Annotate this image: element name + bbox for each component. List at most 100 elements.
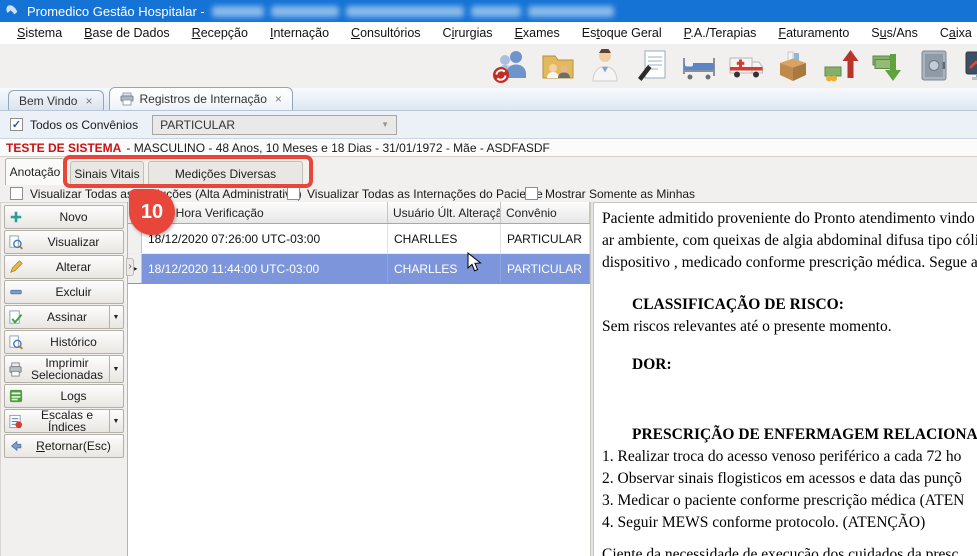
tab-anotacao[interactable]: Anotação (5, 158, 65, 185)
supplies-box-icon[interactable] (774, 47, 812, 85)
scales-list-icon (6, 414, 25, 429)
revenue-up-icon[interactable] (821, 47, 859, 85)
tab-label: Sinais Vitais (74, 167, 139, 181)
checkbox-visualizar-internacoes[interactable]: Visualizar Todas as Internações do Pacie… (287, 185, 543, 202)
printer-icon (120, 92, 134, 106)
redacted-title-segment (346, 6, 464, 17)
record-tab-strip: Anotação Sinais Vitais Medições Diversas (0, 157, 977, 185)
column-header-data-hora[interactable]: Data Hora Verificação (142, 202, 388, 223)
tab-label: Bem Vindo (19, 94, 77, 108)
close-icon[interactable]: × (85, 94, 92, 108)
menu-bar: Sistema Base de Dados Recepção Internaçã… (0, 22, 977, 44)
patient-records-icon[interactable] (539, 47, 577, 85)
document-tab-strip: Bem Vindo × Registros de Internação × (0, 88, 977, 111)
menu-item-pa-terapias[interactable]: P.A./Terapias (673, 26, 768, 40)
tab-sinais-vitais[interactable]: Sinais Vitais (70, 161, 144, 185)
users-sync-icon[interactable] (492, 47, 530, 85)
doctor-icon[interactable] (586, 47, 624, 85)
escalas-indices-button[interactable]: Escalas e Índices ▼ (4, 409, 124, 433)
tab-registros-de-internacao[interactable]: Registros de Internação × (109, 87, 293, 110)
menu-item-cirurgias[interactable]: Cirurgias (432, 26, 504, 40)
menu-item-estoque-geral[interactable]: Estoque Geral (571, 26, 673, 40)
imprimir-selecionadas-button[interactable]: Imprimir Selecionadas ▼ (4, 355, 124, 383)
dropdown-arrow-icon[interactable]: ▼ (109, 410, 122, 432)
hospital-bed-icon[interactable] (680, 47, 718, 85)
menu-item-faturamento[interactable]: Faturamento (767, 26, 860, 40)
expense-down-icon[interactable] (868, 47, 906, 85)
reports-monitor-icon[interactable] (962, 47, 977, 85)
menu-item-exames[interactable]: Exames (504, 26, 571, 40)
contract-icon[interactable] (633, 47, 671, 85)
column-header-convenio[interactable]: Convênio (501, 202, 590, 223)
patient-name: TESTE DE SISTEMA (6, 141, 121, 155)
assinar-button[interactable]: Assinar ▼ (4, 305, 124, 329)
redacted-title-segment (471, 6, 521, 17)
checkbox-mostrar-minhas[interactable]: Mostrar Somente as Minhas (525, 185, 695, 202)
alterar-button[interactable]: Alterar (4, 255, 124, 279)
menu-item-internacao[interactable]: Internação (259, 26, 340, 40)
evolution-note-panel[interactable]: Paciente admitido proveniente do Pronto … (594, 202, 977, 556)
tab-label: Registros de Internação (140, 92, 267, 106)
note-line: 1. Realizar troca do acesso venoso perif… (602, 446, 977, 468)
visualizar-button[interactable]: Visualizar (4, 230, 124, 254)
menu-item-recepcao[interactable]: Recepção (181, 26, 259, 40)
checkbox-checked-icon[interactable] (10, 118, 23, 131)
back-arrow-icon (6, 439, 25, 453)
menu-item-consultorios[interactable]: Consultórios (340, 26, 431, 40)
action-button-panel: Novo Visualizar Alterar Excluir Assinar … (0, 202, 127, 556)
checkbox-icon (525, 187, 538, 200)
note-line: ar ambiente, com queixas de algia abdomi… (602, 230, 977, 252)
convenio-dropdown-value: PARTICULAR (160, 118, 235, 132)
dropdown-arrow-icon[interactable]: ▼ (109, 356, 122, 382)
column-header-usuario[interactable]: Usuário Últ. Alteração (388, 202, 501, 223)
menu-item-sistema[interactable]: Sistema (6, 26, 73, 40)
history-icon (6, 335, 25, 350)
tab-bem-vindo[interactable]: Bem Vindo × (8, 90, 104, 110)
close-icon[interactable]: × (275, 92, 282, 106)
note-line: Ciente da necessidade de execução dos cu… (602, 544, 977, 556)
cell-convenio: PARTICULAR (501, 254, 590, 283)
redacted-title-segment (528, 6, 614, 17)
cell-datetime: 18/12/2020 11:44:00 UTC-03:00 (142, 254, 388, 283)
menu-item-caixa[interactable]: Caixa (929, 26, 977, 40)
note-line: dispositivo , medicado conforme prescriç… (602, 252, 977, 274)
historico-button[interactable]: Histórico (4, 330, 124, 354)
edit-pencil-icon (6, 260, 25, 274)
logs-button[interactable]: Logs (4, 384, 124, 408)
safe-icon[interactable] (915, 47, 953, 85)
retornar-button[interactable]: Retornar(Esc) (4, 434, 124, 458)
note-heading: PRESCRIÇÃO DE ENFERMAGEM RELACIONAD (602, 424, 977, 446)
convenio-filter-row: Todos os Convênios PARTICULAR ▼ (0, 111, 977, 139)
mouse-cursor (467, 252, 482, 278)
excluir-button[interactable]: Excluir (4, 280, 124, 304)
new-icon (6, 210, 25, 224)
tab-medicoes-diversas[interactable]: Medições Diversas (148, 161, 303, 185)
grid-header: Data Hora Verificação Usuário Últ. Alter… (128, 202, 590, 224)
title-bar: Promedico Gestão Hospitalar - (0, 0, 977, 22)
view-document-icon (6, 235, 25, 250)
dropdown-arrow-icon[interactable]: ▼ (109, 306, 122, 328)
novo-button[interactable]: Novo (4, 205, 124, 229)
menu-item-sus-ans[interactable]: Sus/Ans (860, 26, 929, 40)
convenio-dropdown[interactable]: PARTICULAR ▼ (152, 115, 397, 135)
annotation-step-badge: 10 (129, 189, 175, 235)
checkbox-icon (287, 187, 300, 200)
cell-datetime: 18/12/2020 07:26:00 UTC-03:00 (142, 224, 388, 253)
todos-convenios-label: Todos os Convênios (30, 118, 138, 132)
sign-check-icon (6, 310, 25, 325)
cell-convenio: PARTICULAR (501, 224, 590, 253)
panel-collapse-handle[interactable]: › (126, 258, 134, 276)
print-icon (6, 362, 25, 377)
menu-item-base-de-dados[interactable]: Base de Dados (73, 26, 180, 40)
checkbox-label: Mostrar Somente as Minhas (545, 187, 695, 201)
redacted-title-segment (271, 6, 339, 17)
ambulance-icon[interactable] (727, 47, 765, 85)
note-line: 4. Seguir MEWS conforme protocolo. (ATEN… (602, 512, 977, 534)
chevron-down-icon: ▼ (381, 120, 389, 129)
table-row-selected[interactable]: ▶ 18/12/2020 11:44:00 UTC-03:00 CHARLLES… (128, 254, 590, 284)
redacted-title-segment (212, 6, 264, 17)
internacao-records-grid: Data Hora Verificação Usuário Últ. Alter… (127, 202, 590, 556)
table-row[interactable]: 18/12/2020 07:26:00 UTC-03:00 CHARLLES P… (128, 224, 590, 254)
note-heading: CLASSIFICAÇÃO DE RISCO: (602, 294, 977, 316)
act-log-icon (6, 389, 25, 403)
